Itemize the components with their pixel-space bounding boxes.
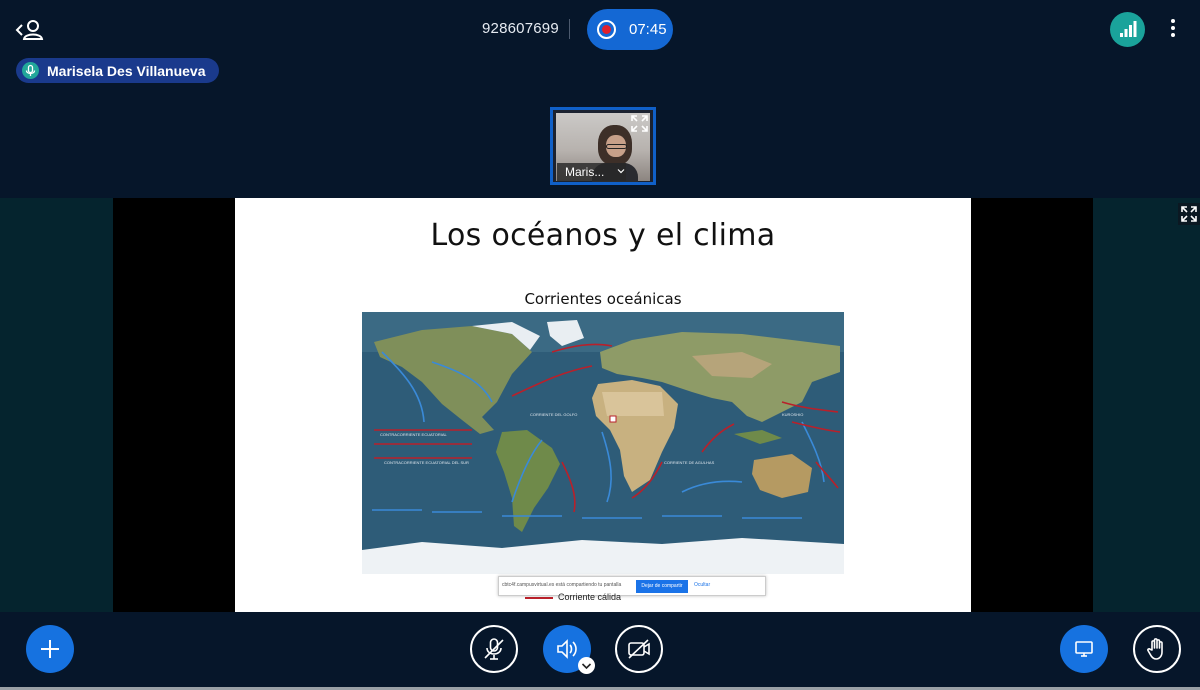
chevron-down-icon (617, 169, 625, 174)
divider (569, 19, 570, 39)
active-speaker-badge: Marisela Des Villanueva (16, 58, 219, 83)
signal-strength-button[interactable] (1110, 12, 1145, 47)
mute-microphone-button[interactable] (470, 625, 518, 673)
ocean-currents-map: CONTRACORRIENTE ECUATORIAL CONTRACORRIEN… (362, 312, 844, 574)
recording-button[interactable]: 07:45 (587, 9, 673, 50)
legend-warm-current-label: Corriente cálida (558, 592, 622, 602)
signal-strength-icon (1120, 21, 1137, 37)
participant-name: Maris... (565, 165, 605, 179)
plus-icon (41, 640, 59, 658)
stop-sharing-button[interactable]: Dejar de compartir (636, 580, 688, 593)
speaker-options-button[interactable] (578, 657, 595, 674)
participant-name-label[interactable]: Maris... (557, 163, 626, 181)
record-icon (597, 20, 616, 39)
top-bar: 928607699 07:45 (0, 0, 1200, 58)
active-speaker-name: Marisela Des Villanueva (47, 63, 206, 79)
raise-hand-button[interactable] (1133, 625, 1181, 673)
raise-hand-icon (1147, 638, 1163, 660)
screen-share-icon (1075, 641, 1093, 657)
hide-notice-link[interactable]: Ocultar (694, 582, 710, 588)
video-off-icon (628, 639, 650, 659)
back-user-icon[interactable] (14, 16, 44, 44)
presentation-slide: Los océanos y el clima Corrientes oceáni… (235, 198, 971, 612)
legend-warm-current-swatch (525, 597, 553, 599)
svg-text:CORRIENTE DE AGULHAS: CORRIENTE DE AGULHAS (664, 460, 715, 465)
meeting-app: 928607699 07:45 Marisela Des Villanueva … (0, 0, 1200, 690)
slide-title: Los océanos y el clima (430, 218, 776, 253)
share-screen-button[interactable] (1060, 625, 1108, 673)
microphone-muted-icon (484, 638, 504, 660)
participant-thumbnail[interactable]: Maris... (550, 107, 656, 185)
slide-subtitle: Corrientes oceánicas (524, 290, 682, 308)
screen-share-notice: cbtc4f.campusvirtual.es está compartiend… (498, 576, 766, 596)
expand-icon[interactable] (630, 114, 649, 133)
toggle-video-button[interactable] (615, 625, 663, 673)
bottom-control-bar (0, 612, 1200, 690)
share-notice-text: cbtc4f.campusvirtual.es está compartiend… (502, 582, 622, 588)
recording-time: 07:45 (629, 21, 667, 38)
svg-text:KUROSHIO: KUROSHIO (782, 412, 803, 417)
svg-text:CONTRACORRIENTE ECUATORIAL DEL: CONTRACORRIENTE ECUATORIAL DEL SUR (384, 460, 469, 465)
microphone-icon (22, 62, 39, 79)
fullscreen-icon[interactable] (1178, 203, 1200, 225)
meeting-id: 928607699 (482, 20, 559, 37)
speaker-icon (557, 639, 577, 659)
add-button[interactable] (26, 625, 74, 673)
svg-text:CORRIENTE DEL GOLFO: CORRIENTE DEL GOLFO (530, 412, 577, 417)
more-options-icon[interactable] (1163, 16, 1183, 44)
chevron-down-icon (581, 663, 592, 670)
svg-text:CONTRACORRIENTE ECUATORIAL: CONTRACORRIENTE ECUATORIAL (380, 432, 448, 437)
